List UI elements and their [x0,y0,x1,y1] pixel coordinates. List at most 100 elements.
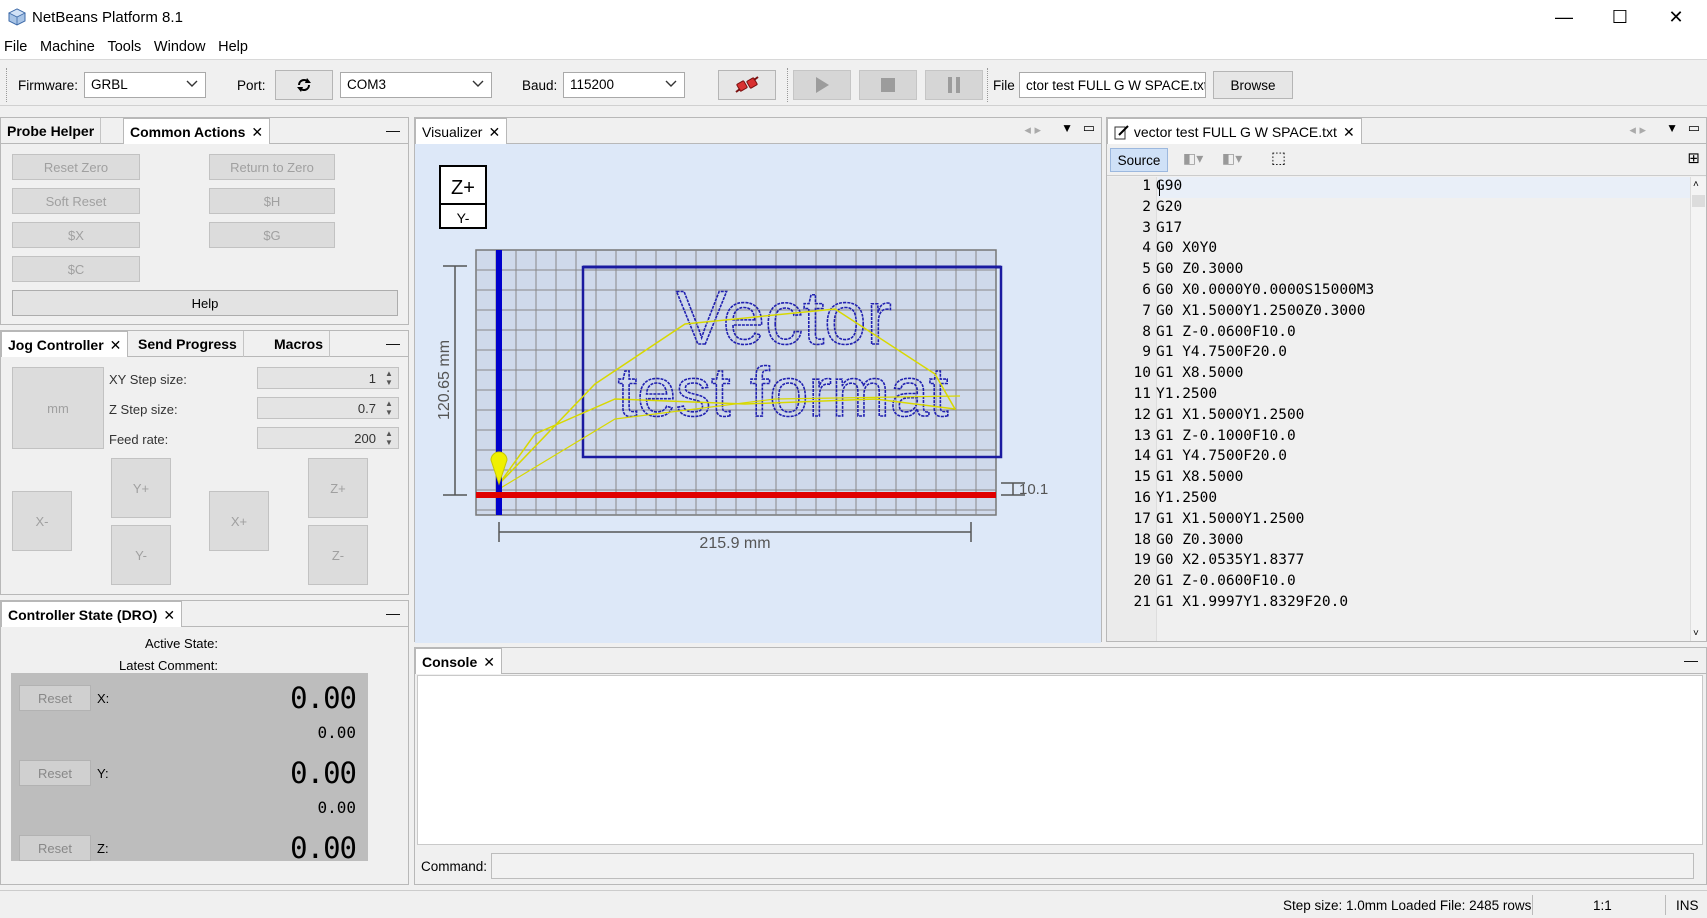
tab-send-progress[interactable]: Send Progress [132,331,244,357]
maximize-panel-icon[interactable]: ▭ [1083,120,1095,136]
close-icon[interactable]: ✕ [488,124,500,140]
close-icon[interactable]: ✕ [163,607,175,623]
line-number: 9 [1142,344,1151,361]
maximize-window-button[interactable]: ☐ [1592,0,1648,34]
jog-tabstrip: Jog Controller ✕ Send Progress Macros — [1,331,408,357]
spinner-arrows-icon[interactable]: ▲ ▼ [382,399,396,417]
jog-y-minus-button[interactable]: Y- [111,525,171,585]
firmware-select[interactable]: GRBL [84,72,206,98]
scroll-up-icon[interactable]: ˄ [1693,179,1699,190]
spinner-arrows-icon[interactable]: ▲ ▼ [382,429,396,447]
jog-z-minus-button[interactable]: Z- [308,525,368,585]
minimize-icon[interactable]: — [386,605,400,621]
pause-button[interactable] [925,70,983,100]
tab-gcode-file[interactable]: vector test FULL G W SPACE.txt ✕ [1107,118,1362,144]
code-text: G20 [1156,198,1183,215]
menu-help[interactable]: Help [214,34,252,55]
menu-machine[interactable]: Machine [36,34,99,55]
command-input[interactable] [491,853,1694,879]
tab-macros[interactable]: Macros [268,331,331,357]
jog-x-minus-button[interactable]: X- [12,491,72,551]
scroll-tabs-icon[interactable]: ◂ ▸ [1629,122,1646,138]
minimize-icon[interactable]: — [1684,652,1698,668]
play-button[interactable] [793,70,851,100]
console-output[interactable] [417,675,1703,845]
reset-z-button[interactable]: Reset [19,835,91,861]
tab-common-actions[interactable]: Common Actions ✕ [123,118,271,144]
xy-step-spinner[interactable]: 1 ▲ ▼ [257,367,399,389]
scroll-tabs-icon[interactable]: ◂ ▸ [1024,122,1041,138]
help-button[interactable]: Help [12,290,398,316]
minimize-window-button[interactable]: — [1536,0,1592,34]
connect-button[interactable] [718,70,776,100]
file-path-field[interactable]: ctor test FULL G W SPACE.txt [1019,72,1206,98]
minimize-icon[interactable]: — [386,335,400,351]
feed-rate-spinner[interactable]: 200 ▲ ▼ [257,427,399,449]
feed-rate-label: Feed rate: [109,432,169,447]
jog-y-plus-button[interactable]: Y+ [111,458,171,518]
jog-x-plus-button[interactable]: X+ [209,491,269,551]
maximize-panel-icon[interactable]: ▭ [1688,120,1700,136]
scroll-down-icon[interactable]: ˅ [1693,628,1699,639]
line-number: 13 [1133,427,1151,444]
baud-select[interactable]: 115200 [563,72,685,98]
close-icon[interactable]: ✕ [110,337,122,353]
code-text: G1 Z-0.1000F10.0 [1156,427,1296,444]
console-tabstrip: Console ✕ — [415,648,1706,674]
visualizer-canvas[interactable]: Z+ Y- Vectortest format 215.9 mm 120.65 mm 10… [415,144,1101,643]
close-icon[interactable]: ✕ [251,124,263,140]
pause-icon [948,77,960,93]
toolbar-grip[interactable] [6,68,9,102]
tab-list-icon[interactable]: ▼ [1061,121,1073,135]
minimize-icon[interactable]: — [386,122,400,138]
firmware-label: Firmware: [18,78,78,93]
reset-y-button[interactable]: Reset [19,760,91,786]
refresh-ports-button[interactable] [275,70,333,100]
menu-bar: File Machine Tools Window Help [0,34,1707,60]
scrollbar-thumb[interactable] [1692,195,1705,207]
tab-controller-state[interactable]: Controller State (DRO) ✕ [1,601,183,627]
menu-tools[interactable]: Tools [103,34,145,55]
toolbar-grip[interactable] [787,68,790,102]
tab-label: Macros [274,336,324,352]
stop-button[interactable] [859,70,917,100]
home-button[interactable]: $H [209,188,335,214]
tab-probe-helper[interactable]: Probe Helper [1,118,102,144]
reset-x-button[interactable]: Reset [19,685,91,711]
check-mode-button[interactable]: $C [12,256,140,282]
reset-zero-button[interactable]: Reset Zero [12,154,140,180]
split-view-icon[interactable]: ⊞ [1687,149,1700,167]
tab-visualizer[interactable]: Visualizer ✕ [415,118,508,144]
height-dimension-label: 120.65 mm [436,340,453,420]
tab-list-icon[interactable]: ▼ [1666,121,1678,135]
close-icon[interactable]: ✕ [483,654,495,670]
close-icon[interactable]: ✕ [1343,124,1355,140]
code-line: 8 G1 Z-0.0600F10.0 [1107,323,1690,344]
unlock-button[interactable]: $X [12,222,140,248]
port-select[interactable]: COM3 [340,72,492,98]
code-area[interactable]: 1 G90 2 G20 3 G17 4 G0 X0Y0 5 G0 Z0.3000 6 G0 … [1107,177,1690,641]
parser-state-button[interactable]: $G [209,222,335,248]
tab-jog-controller[interactable]: Jog Controller ✕ [1,331,129,357]
source-button[interactable]: Source [1110,148,1168,172]
jog-z-plus-button[interactable]: Z+ [308,458,368,518]
editor-scrollbar[interactable]: ˄ ˅ [1690,177,1706,641]
browse-button[interactable]: Browse [1213,71,1293,99]
forward-history-icon[interactable]: ◧▾ [1222,150,1242,167]
z-step-spinner[interactable]: 0.7 ▲ ▼ [257,397,399,419]
code-line: 18 G0 Z0.3000 [1107,531,1690,552]
spinner-arrows-icon[interactable]: ▲ ▼ [382,369,396,387]
unit-toggle-button[interactable]: mm [12,367,104,449]
toolbar-grip[interactable] [987,68,990,102]
file-path-value: ctor test FULL G W SPACE.txt [1026,78,1206,93]
select-icon[interactable]: ⬚ [1271,148,1286,168]
menu-file[interactable]: File [0,34,31,55]
tab-console[interactable]: Console ✕ [415,648,502,674]
return-to-zero-button[interactable]: Return to Zero [209,154,335,180]
code-text: G0 X0.0000Y0.0000S15000M3 [1156,282,1375,298]
menu-window[interactable]: Window [150,34,210,55]
tab-label: Jog Controller [8,337,104,353]
close-window-button[interactable]: ✕ [1648,0,1704,34]
soft-reset-button[interactable]: Soft Reset [12,188,140,214]
back-history-icon[interactable]: ◧▾ [1183,150,1203,167]
